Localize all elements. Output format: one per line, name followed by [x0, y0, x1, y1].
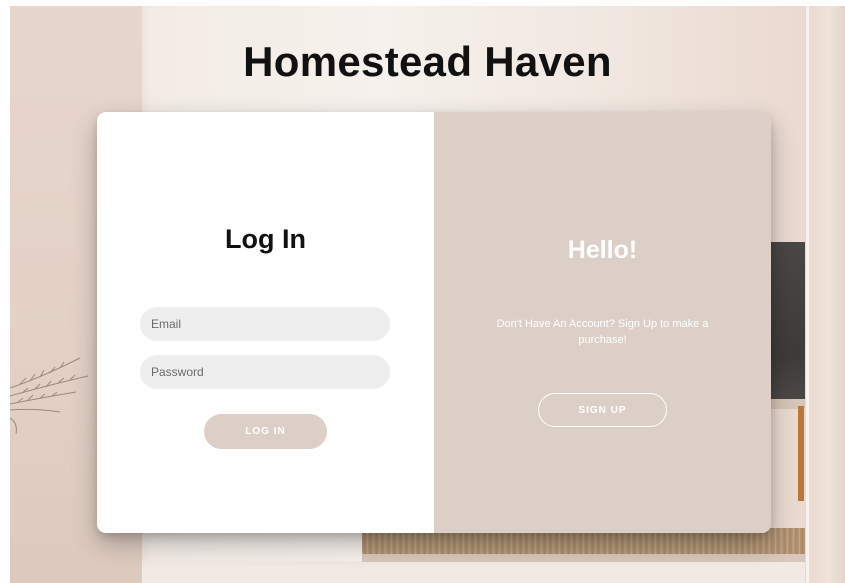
login-panel: Log In LOG IN [97, 112, 434, 533]
background-door-edge [806, 6, 809, 583]
signup-message: Don't Have An Account? Sign Up to make a… [496, 318, 709, 346]
login-heading: Log In [225, 224, 306, 254]
signup-panel: Hello! Don't Have An Account? Sign Up to… [434, 112, 771, 533]
dried-plant-icon [10, 357, 89, 435]
background-wall-right [805, 6, 845, 583]
background-table-leg [798, 406, 804, 501]
password-input[interactable] [140, 355, 390, 389]
background-rug-shadow [362, 554, 812, 562]
login-button[interactable]: LOG IN [204, 414, 327, 449]
site-title: Homestead Haven [243, 38, 612, 85]
auth-card: Log In LOG IN Hello! Don't Have An Accou… [97, 112, 771, 533]
background-scene: Homestead Haven Log In LOG IN Hello! Don… [10, 6, 845, 583]
background-floor [142, 561, 807, 583]
email-input[interactable] [140, 307, 390, 341]
hello-heading: Hello! [567, 236, 638, 264]
signup-button[interactable]: SIGN UP [538, 393, 667, 427]
